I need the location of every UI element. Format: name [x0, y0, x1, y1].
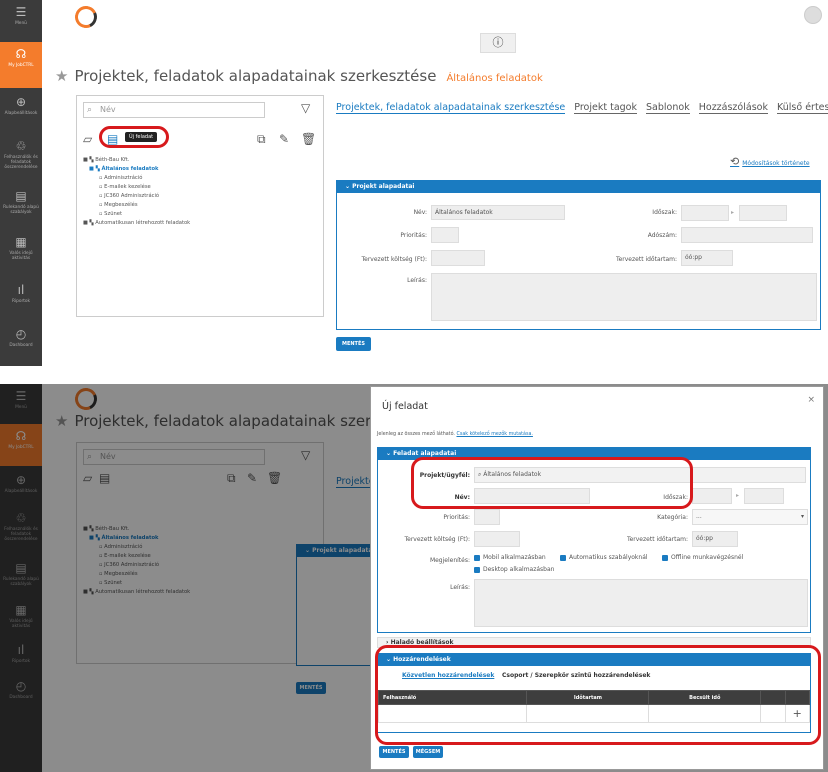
checkbox-checked-icon — [560, 554, 566, 561]
tree-node[interactable]: ■ ▚ Automatikusan létrehozott feladatok — [83, 219, 190, 228]
chevron-down-icon: ▾ — [800, 513, 804, 520]
tree-node[interactable]: ▫ Megbeszélés — [83, 201, 190, 210]
cost-field[interactable] — [474, 531, 520, 547]
avatar[interactable] — [804, 6, 822, 24]
filter-icon[interactable]: ▽ — [301, 101, 310, 115]
tab-templates[interactable]: Sablonok — [646, 102, 690, 114]
sidebar-item-dashboard[interactable]: ◴ Dashboard — [0, 322, 42, 364]
tab-basic-data[interactable]: Projektek, feladatok alapadatainak szerk… — [336, 102, 566, 114]
save-button[interactable]: MENTÉS — [379, 746, 409, 758]
check-auto-rules[interactable]: Automatikus szabályoknál — [560, 554, 648, 561]
priority-field[interactable] — [431, 227, 459, 243]
tree-search-input[interactable]: ⌕ Név — [83, 102, 265, 118]
required-fields-link[interactable]: Csak kötelező mezők mutatása. — [456, 432, 532, 437]
sidebar-item-realtime[interactable]: ▦ Valós idejű aktivitás — [0, 230, 42, 272]
tab-bar: Projektek, feladatok alapadatainak szerk… — [336, 102, 828, 114]
hamburger-icon: ☰ — [15, 5, 27, 19]
new-project-icon[interactable]: ▱ — [83, 132, 92, 146]
sidebar-item-my-jobctrl[interactable]: ☊ My JobCTRL — [0, 42, 42, 88]
sidebar: ☰ Menü ☊ My JobCTRL ⊕ Alapbeállítások ♲ Felh… — [0, 0, 42, 366]
duration-field[interactable]: óó:pp — [692, 531, 738, 547]
user-icon: ☊ — [15, 47, 27, 61]
copy-icon[interactable]: ⧉ — [257, 132, 266, 147]
project-form-header[interactable]: ⌄ Projekt alapadatai — [337, 181, 820, 193]
chart-icon: ıl — [17, 283, 25, 297]
arrow-right-icon: ▸ — [736, 492, 740, 499]
app-logo — [71, 2, 101, 32]
tree-node-selected[interactable]: ■ ▚ Általános feladatok — [83, 165, 190, 174]
page-subtitle: Általános feladatok — [446, 73, 543, 84]
tab-notifications[interactable]: Külső értesítések — [777, 102, 828, 114]
priority-field[interactable] — [474, 509, 500, 525]
checkbox-checked-icon — [474, 566, 480, 573]
period-start-field[interactable] — [681, 205, 729, 221]
page-title: ★ Projektek, feladatok alapadatainak szer… — [55, 67, 543, 85]
history-link[interactable]: ⟲ Módosítások története — [730, 155, 810, 168]
tab-comments[interactable]: Hozzászólások — [698, 102, 768, 114]
gauge-icon: ◴ — [15, 327, 27, 341]
check-desktop[interactable]: Desktop alkalmazásban — [474, 566, 554, 573]
info-tab[interactable]: ⓘ — [480, 33, 516, 53]
modal-title: Új feladat — [382, 401, 428, 412]
description-field[interactable] — [474, 579, 808, 627]
project-tree: ■ ▚ Béth-Bau Kft. ■ ▚ Általános feladato… — [83, 156, 190, 228]
highlight-new-task — [99, 126, 169, 148]
tax-number-field[interactable] — [681, 227, 813, 243]
sidebar-item-assignments[interactable]: ♲ Felhasználók és feladatok összerendelés… — [0, 134, 42, 180]
tree-node[interactable]: ▫ Szünet — [83, 210, 190, 219]
period-end-field[interactable] — [739, 205, 787, 221]
highlight-project-name — [411, 457, 693, 509]
checkbox-checked-icon — [474, 554, 480, 561]
history-icon: ⟲ — [730, 155, 740, 168]
tree-panel: ⌕ Név ▽ ▱ ▤ Új feladat ⧉ ✎ 🗑 ■ ▚ Béth-Bau… — [76, 95, 324, 317]
check-offline[interactable]: Offline munkavégzésnél — [662, 554, 743, 561]
delete-icon[interactable]: 🗑 — [301, 132, 316, 146]
screenshot-panel-top: ☰ Menü ☊ My JobCTRL ⊕ Alapbeállítások ♲ Felh… — [0, 0, 828, 366]
highlight-assignments — [375, 645, 821, 745]
tree-node[interactable]: ■ ▚ Béth-Bau Kft. — [83, 156, 190, 165]
edit-icon[interactable]: ✎ — [279, 132, 289, 146]
description-field[interactable] — [431, 273, 817, 321]
arrow-right-icon: ▸ — [731, 209, 735, 216]
users-icon: ♲ — [15, 139, 27, 153]
sidebar-item-settings[interactable]: ⊕ Alapbeállítások — [0, 90, 42, 132]
period-start-field[interactable] — [692, 488, 732, 504]
tab-members[interactable]: Projekt tagok — [574, 102, 637, 114]
sidebar-item-menu[interactable]: ☰ Menü — [0, 0, 42, 42]
tree-node[interactable]: ▫ E-mailek kezelése — [83, 183, 190, 192]
tree-node[interactable]: ▫ JC360 Adminisztráció — [83, 192, 190, 201]
cancel-button[interactable]: MÉGSEM — [413, 746, 443, 758]
screenshot-panel-bottom: ☰ Menü ☊ My JobCTRL ⊕ Alapbeállítások ♲ Felh… — [0, 384, 828, 772]
category-select[interactable]: ... ▾ — [692, 509, 808, 525]
save-button[interactable]: MENTÉS — [336, 337, 371, 351]
cost-field[interactable] — [431, 250, 485, 266]
close-icon[interactable]: × — [807, 395, 815, 405]
duration-field[interactable]: óó:pp — [681, 250, 733, 266]
checkbox-checked-icon — [662, 554, 668, 561]
sidebar-item-reports[interactable]: ıl Riportok — [0, 278, 42, 320]
check-mobile[interactable]: Mobil alkalmazásban — [474, 554, 546, 561]
sidebar-item-rules[interactable]: ▤ Rulekandó alapú szabályok — [0, 184, 42, 226]
new-task-modal: Új feladat × Jelenleg az összes mező lát… — [370, 386, 824, 770]
search-icon: ⌕ — [87, 105, 93, 115]
info-icon: ⓘ — [492, 36, 504, 49]
project-form-card: ⌄ Projekt alapadatai Név: Általános fela… — [336, 180, 821, 330]
tree-node[interactable]: ▫ Adminisztráció — [83, 174, 190, 183]
name-field[interactable]: Általános feladatok — [431, 205, 565, 220]
activity-icon: ▦ — [15, 235, 27, 249]
field-visibility-note: Jelenleg az összes mező látható. Csak kö… — [377, 432, 533, 437]
period-end-field[interactable] — [744, 488, 784, 504]
star-icon[interactable]: ★ — [55, 67, 68, 85]
rules-icon: ▤ — [15, 189, 27, 203]
compass-icon: ⊕ — [15, 95, 27, 109]
